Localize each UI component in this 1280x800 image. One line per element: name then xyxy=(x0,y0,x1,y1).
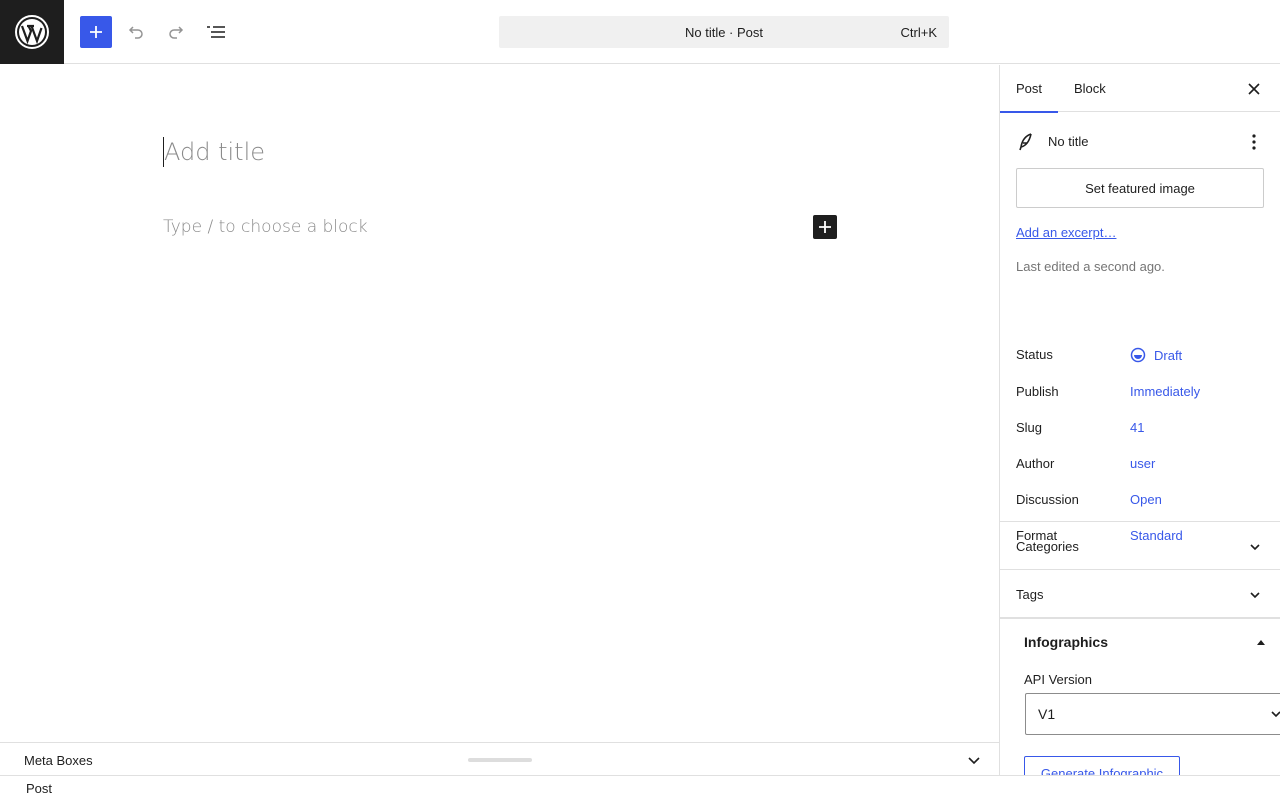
discussion-label: Discussion xyxy=(1016,492,1079,507)
wordpress-logo-icon[interactable] xyxy=(0,0,64,64)
resize-handle[interactable] xyxy=(468,758,532,762)
plus-icon xyxy=(90,26,102,38)
more-options-icon[interactable] xyxy=(1244,132,1264,152)
publish-label: Publish xyxy=(1016,384,1059,399)
last-edited-text: Last edited a second ago. xyxy=(1016,259,1165,274)
document-title: No title · Post xyxy=(684,24,764,40)
chevron-down-icon xyxy=(968,757,980,765)
status-row: Status Draft xyxy=(1016,347,1266,367)
meta-boxes-label: Meta Boxes xyxy=(24,753,93,768)
draft-status-icon xyxy=(1130,347,1146,363)
set-featured-image-button[interactable]: Set featured image xyxy=(1016,168,1264,208)
publish-value[interactable]: Immediately xyxy=(1130,384,1200,399)
author-value[interactable]: user xyxy=(1130,456,1155,471)
post-title-input[interactable]: Add title xyxy=(163,137,265,167)
slug-value[interactable]: 41 xyxy=(1130,420,1144,435)
undo-icon xyxy=(128,26,143,39)
slug-row: Slug 41 xyxy=(1016,420,1266,440)
discussion-row: Discussion Open xyxy=(1016,492,1266,512)
post-feather-icon xyxy=(1019,133,1032,151)
list-view-icon xyxy=(207,26,225,38)
tab-block[interactable]: Block xyxy=(1074,65,1106,112)
redo-button[interactable] xyxy=(160,16,192,48)
collapse-triangle-icon[interactable] xyxy=(1256,637,1266,647)
keyboard-shortcut: Ctrl+K xyxy=(900,25,937,40)
chevron-down-icon xyxy=(1250,544,1260,551)
api-version-select[interactable]: V1 xyxy=(1025,693,1280,735)
add-block-button[interactable] xyxy=(813,215,837,239)
categories-panel[interactable]: Categories xyxy=(1000,522,1280,570)
undo-button[interactable] xyxy=(120,16,152,48)
command-palette-button[interactable]: No title · Post Ctrl+K xyxy=(499,16,949,48)
meta-boxes-toggle[interactable] xyxy=(965,751,983,772)
slug-label: Slug xyxy=(1016,420,1043,435)
infographics-metabox: Infographics API Version V1 Generate Inf… xyxy=(1000,618,1280,775)
post-summary-panel: No title Set featured image Add an excer… xyxy=(1000,112,1280,543)
discussion-value[interactable]: Open xyxy=(1130,492,1162,507)
redo-icon xyxy=(169,26,184,39)
infographics-title: Infographics xyxy=(1024,634,1109,650)
author-label: Author xyxy=(1016,456,1055,471)
settings-sidebar: Post Block No title Set featured image A… xyxy=(999,65,1280,775)
chevron-down-icon xyxy=(1271,711,1280,718)
default-block-appender[interactable]: Type / to choose a block xyxy=(163,217,368,237)
status-label: Status xyxy=(1016,347,1053,362)
breadcrumb-post[interactable]: Post xyxy=(26,781,52,796)
categories-panel-title: Categories xyxy=(1016,539,1079,554)
close-settings-button[interactable] xyxy=(1244,79,1264,99)
tab-post[interactable]: Post xyxy=(1000,65,1058,113)
meta-boxes-panel: Meta Boxes xyxy=(0,742,999,776)
tags-panel[interactable]: Tags xyxy=(1000,570,1280,618)
author-row: Author user xyxy=(1016,456,1266,476)
status-value[interactable]: Draft xyxy=(1130,347,1182,363)
post-card-title: No title xyxy=(1048,134,1089,149)
editor-canvas: Add title Type / to choose a block xyxy=(0,65,999,743)
chevron-down-icon xyxy=(1250,592,1260,599)
api-version-label: API Version xyxy=(1024,672,1092,687)
plus-icon xyxy=(819,221,831,233)
add-excerpt-link[interactable]: Add an excerpt… xyxy=(1016,225,1116,240)
block-inserter-button[interactable] xyxy=(80,16,112,48)
post-card-header: No title xyxy=(1016,130,1264,154)
status-value-text: Draft xyxy=(1154,348,1183,363)
editor-header: No title · Post Ctrl+K xyxy=(0,0,1280,64)
close-icon xyxy=(1248,83,1260,95)
sidebar-tabs: Post Block xyxy=(1000,65,1280,113)
editor-footer: Post xyxy=(0,775,1280,800)
tags-panel-title: Tags xyxy=(1016,587,1044,602)
document-overview-button[interactable] xyxy=(200,16,232,48)
generate-infographic-button[interactable]: Generate Infographic xyxy=(1024,756,1180,775)
publish-row: Publish Immediately xyxy=(1016,384,1266,404)
